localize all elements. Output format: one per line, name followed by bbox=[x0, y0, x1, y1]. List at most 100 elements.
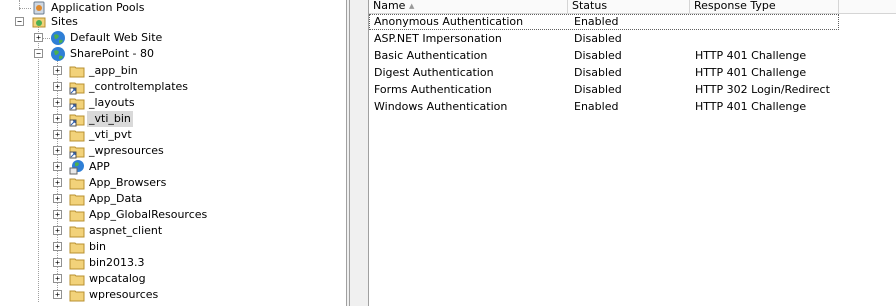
tree-item-label: App_Data bbox=[89, 192, 143, 205]
expand-toggle[interactable]: + bbox=[53, 98, 62, 107]
tree-item-label: _layouts bbox=[89, 96, 135, 109]
folder-icon bbox=[69, 63, 85, 79]
column-header-status[interactable]: Status bbox=[568, 0, 690, 13]
expand-toggle[interactable]: + bbox=[53, 274, 62, 283]
list-row-forms-authentication[interactable]: Forms Authentication Disabled HTTP 302 L… bbox=[369, 82, 839, 98]
list-row-aspnet-impersonation[interactable]: ASP.NET Impersonation Disabled bbox=[369, 31, 839, 47]
list-header: Name ▲ Status Response Type bbox=[369, 0, 896, 14]
tree-item-label: SharePoint - 80 bbox=[70, 47, 155, 60]
column-header-label: Response Type bbox=[694, 0, 776, 12]
folder-icon bbox=[69, 255, 85, 271]
pane-splitter[interactable] bbox=[346, 0, 369, 306]
expand-toggle[interactable]: + bbox=[53, 130, 62, 139]
collapse-toggle[interactable]: − bbox=[15, 17, 24, 26]
row-response-type: HTTP 401 Challenge bbox=[695, 66, 807, 79]
column-header-label: Name bbox=[373, 0, 406, 12]
folder-icon bbox=[69, 207, 85, 223]
expand-toggle[interactable]: + bbox=[53, 146, 62, 155]
folder-icon bbox=[69, 239, 85, 255]
row-name: ASP.NET Impersonation bbox=[374, 32, 502, 45]
tree-item-label: Sites bbox=[51, 15, 78, 28]
folder-icon bbox=[69, 287, 85, 303]
tree-item-app[interactable]: + APP bbox=[0, 159, 346, 175]
expand-toggle[interactable]: + bbox=[53, 178, 62, 187]
folder-icon bbox=[69, 271, 85, 287]
folder-icon bbox=[69, 175, 85, 191]
globe-icon bbox=[50, 30, 66, 46]
virtual-directory-icon bbox=[69, 111, 85, 127]
row-status: Disabled bbox=[574, 49, 622, 62]
tree-item-label: App_GlobalResources bbox=[89, 208, 208, 221]
tree-item-app-globalresources[interactable]: + App_GlobalResources bbox=[0, 207, 346, 223]
row-status: Enabled bbox=[574, 100, 619, 113]
sort-ascending-icon: ▲ bbox=[409, 2, 415, 10]
row-name: Digest Authentication bbox=[374, 66, 494, 79]
expand-toggle[interactable]: + bbox=[53, 226, 62, 235]
tree-item-sites[interactable]: − Sites bbox=[0, 14, 346, 30]
tree-item-label: _vti_pvt bbox=[89, 128, 132, 141]
list-row-basic-authentication[interactable]: Basic Authentication Disabled HTTP 401 C… bbox=[369, 48, 839, 64]
expand-toggle[interactable]: + bbox=[53, 258, 62, 267]
connections-tree[interactable]: Application Pools − Sites + Default Web … bbox=[0, 0, 346, 306]
tree-item-controltemplates[interactable]: + _controltemplates bbox=[0, 79, 346, 95]
tree-item-bin2013-3[interactable]: + bin2013.3 bbox=[0, 255, 346, 271]
expand-toggle[interactable]: + bbox=[53, 114, 62, 123]
expand-toggle[interactable]: + bbox=[53, 242, 62, 251]
expand-toggle[interactable]: + bbox=[53, 194, 62, 203]
tree-item-label: bin2013.3 bbox=[89, 256, 145, 269]
row-status: Disabled bbox=[574, 83, 622, 96]
tree-item-wpresources[interactable]: + wpresources bbox=[0, 287, 346, 303]
tree-item-wpcatalog[interactable]: + wpcatalog bbox=[0, 271, 346, 287]
list-row-anonymous-authentication[interactable]: Anonymous Authentication Enabled bbox=[369, 14, 839, 30]
tree-item-sharepoint-80[interactable]: − SharePoint - 80 bbox=[0, 46, 346, 62]
tree-item-layouts[interactable]: + _layouts bbox=[0, 95, 346, 111]
tree-item-bin[interactable]: + bin bbox=[0, 239, 346, 255]
tree-item-app-browsers[interactable]: + App_Browsers bbox=[0, 175, 346, 191]
tree-item-label: _controltemplates bbox=[89, 80, 189, 93]
tree-item-label: App_Browsers bbox=[89, 176, 167, 189]
tree-item-label: _vti_bin bbox=[87, 111, 133, 127]
tree-item-label: wpresources bbox=[89, 288, 159, 301]
row-name: Forms Authentication bbox=[374, 83, 492, 96]
folder-icon bbox=[69, 223, 85, 239]
tree-item-label: _app_bin bbox=[89, 64, 138, 77]
sites-folder-icon bbox=[31, 14, 47, 30]
list-row-digest-authentication[interactable]: Digest Authentication Disabled HTTP 401 … bbox=[369, 65, 839, 81]
row-response-type: HTTP 302 Login/Redirect bbox=[695, 83, 830, 96]
row-name: Basic Authentication bbox=[374, 49, 488, 62]
list-row-windows-authentication[interactable]: Windows Authentication Enabled HTTP 401 … bbox=[369, 99, 839, 115]
folder-icon bbox=[69, 127, 85, 143]
splitter-edge bbox=[349, 0, 350, 306]
expand-toggle[interactable]: + bbox=[53, 210, 62, 219]
tree-item-app-data[interactable]: + App_Data bbox=[0, 191, 346, 207]
tree-item-aspnet-client[interactable]: + aspnet_client bbox=[0, 223, 346, 239]
tree-item-label: Default Web Site bbox=[70, 31, 163, 44]
expand-toggle[interactable]: + bbox=[34, 33, 43, 42]
column-header-response-type[interactable]: Response Type bbox=[690, 0, 839, 13]
row-name: Windows Authentication bbox=[374, 100, 508, 113]
tree-item-label: APP bbox=[89, 160, 110, 173]
tree-item-label: wpcatalog bbox=[89, 272, 146, 285]
expand-toggle[interactable]: + bbox=[53, 162, 62, 171]
authentication-list[interactable]: Name ▲ Status Response Type Anonymous Au… bbox=[369, 0, 896, 306]
expand-toggle[interactable]: + bbox=[53, 66, 62, 75]
application-globe-icon bbox=[69, 159, 85, 175]
expand-toggle[interactable]: + bbox=[53, 290, 62, 299]
virtual-directory-icon bbox=[69, 95, 85, 111]
row-response-type: HTTP 401 Challenge bbox=[695, 49, 807, 62]
tree-item-label: aspnet_client bbox=[89, 224, 163, 237]
tree-item-wpresources-virtual[interactable]: + _wpresources bbox=[0, 143, 346, 159]
row-status: Enabled bbox=[574, 15, 619, 28]
collapse-toggle[interactable]: − bbox=[34, 49, 43, 58]
folder-icon bbox=[69, 191, 85, 207]
tree-item-vti-bin[interactable]: + _vti_bin bbox=[0, 111, 346, 127]
tree-item-vti-pvt[interactable]: + _vti_pvt bbox=[0, 127, 346, 143]
column-header-name[interactable]: Name ▲ bbox=[369, 0, 568, 13]
tree-item-app-bin[interactable]: + _app_bin bbox=[0, 63, 346, 79]
virtual-directory-icon bbox=[69, 79, 85, 95]
row-name: Anonymous Authentication bbox=[374, 15, 524, 28]
tree-item-label: bin bbox=[89, 240, 107, 253]
row-status: Disabled bbox=[574, 32, 622, 45]
expand-toggle[interactable]: + bbox=[53, 82, 62, 91]
tree-item-default-web-site[interactable]: + Default Web Site bbox=[0, 30, 346, 46]
